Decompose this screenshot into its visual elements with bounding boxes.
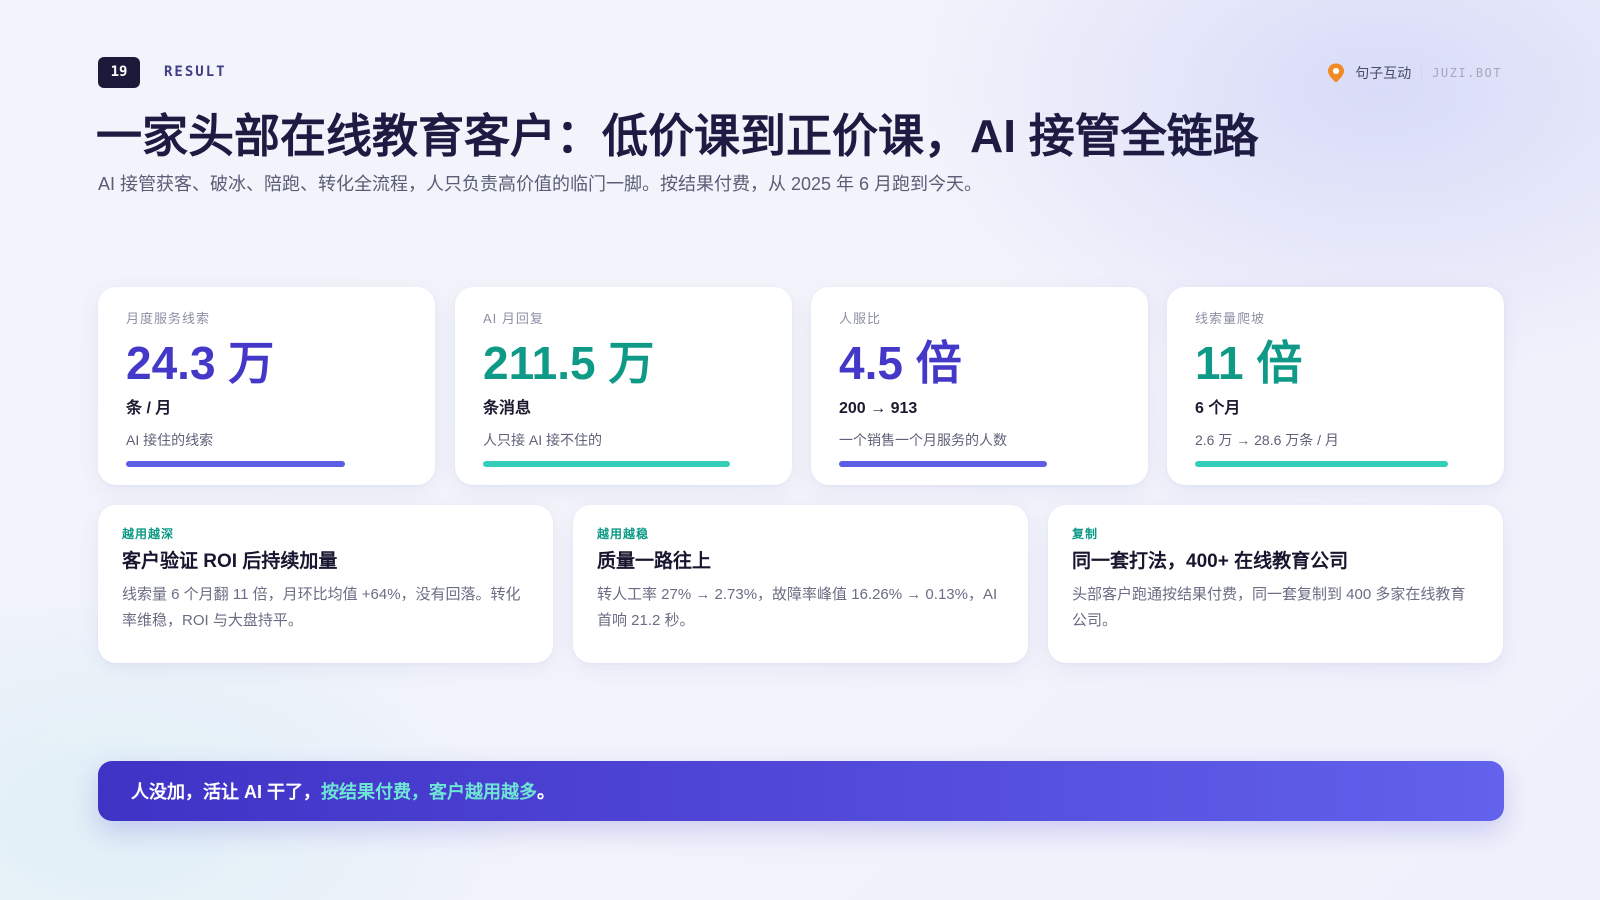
stat-card-monthly-leads: 月度服务线索 24.3 万 条 / 月 AI 接住的线索 [98,287,435,485]
insight-title: 客户验证 ROI 后持续加量 [122,551,338,572]
footer-lead-text: 人没加，活让 AI 干了， [131,782,322,802]
brand-divider [1421,65,1423,80]
stat-description: 一个销售一个月服务的人数 [839,432,1007,448]
insight-card-deeper-usage: 越用越深 客户验证 ROI 后持续加量 线索量 6 个月翻 11 倍，月环比均值… [98,505,553,663]
insight-title: 同一套打法，400+ 在线教育公司 [1072,551,1349,572]
stat-card-lead-growth: 线索量爬坡 11 倍 6 个月 2.6 万 → 28.6 万条 / 月 [1167,287,1504,485]
stat-description: 2.6 万 → 28.6 万条 / 月 [1195,432,1339,448]
stat-unit: 6 个月 [1195,400,1241,417]
insight-text: 头部客户跑通按结果付费，同一套复制到 400 多家在线教育公司。 [1072,586,1466,629]
page-subtitle: AI 接管获客、破冰、陪跑、转化全流程，人只负责高价值的临门一脚。按结果付费，从… [98,174,983,194]
stat-card-service-ratio: 人服比 4.5 倍 200 → 913 一个销售一个月服务的人数 [811,287,1148,485]
stat-label: 人服比 [839,311,882,326]
section-label: RESULT [164,64,227,80]
stat-label: 月度服务线索 [126,311,211,326]
insight-card-quality: 越用越稳 质量一路往上 转人工率 27% → 2.73%，故障率峰值 16.26… [573,505,1028,663]
footer-banner: 人没加，活让 AI 干了， 按结果付费，客户越用越多 。 [98,761,1504,821]
stat-value: 211.5 万 [483,337,655,389]
stat-description: AI 接住的线索 [126,432,214,448]
page-number-badge: 19 [98,57,140,88]
stat-description: 人只接 AI 接不住的 [483,432,603,448]
stat-value: 11 倍 [1195,337,1303,389]
stat-progress-bar [1195,461,1448,467]
insight-card-replication: 复制 同一套打法，400+ 在线教育公司 头部客户跑通按结果付费，同一套复制到 … [1048,505,1503,663]
stat-progress-bar [483,461,731,467]
stat-unit: 200 → 913 [839,400,918,417]
brand: 句子互动 JUZI.BOT [1327,57,1502,88]
location-pin-icon [1328,63,1345,82]
stat-progress-bar [839,461,1047,467]
insight-tag: 复制 [1072,527,1099,541]
stat-progress-track [126,461,407,467]
insight-text: 线索量 6 个月翻 11 倍，月环比均值 +64%，没有回落。转化率维稳，ROI… [122,586,521,629]
stat-value: 24.3 万 [126,337,275,389]
stat-progress-track [839,461,1120,467]
stat-unit: 条消息 [483,400,532,417]
page-title: 一家头部在线教育客户：低价课到正价课，AI 接管全链路 [96,110,1259,162]
header-bar: 19 RESULT 句子互动 JUZI.BOT [98,57,1502,89]
insight-tag: 越用越深 [122,527,175,541]
footer-highlight-text: 按结果付费，客户越用越多 [321,782,538,802]
stat-value: 4.5 倍 [839,337,962,389]
stat-unit: 条 / 月 [126,400,172,417]
stat-progress-track [483,461,764,467]
stat-label: AI 月回复 [483,311,544,326]
brand-domain: JUZI.BOT [1432,65,1502,80]
insight-tag: 越用越稳 [597,527,650,541]
stat-progress-track [1195,461,1476,467]
footer-end-text: 。 [537,782,556,802]
stat-progress-bar [126,461,346,467]
stat-label: 线索量爬坡 [1195,311,1266,326]
insight-title: 质量一路往上 [597,551,712,572]
brand-name: 句子互动 [1355,64,1412,81]
stat-card-ai-replies: AI 月回复 211.5 万 条消息 人只接 AI 接不住的 [455,287,792,485]
insight-text: 转人工率 27% → 2.73%，故障率峰值 16.26% → 0.13%，AI… [597,586,998,629]
